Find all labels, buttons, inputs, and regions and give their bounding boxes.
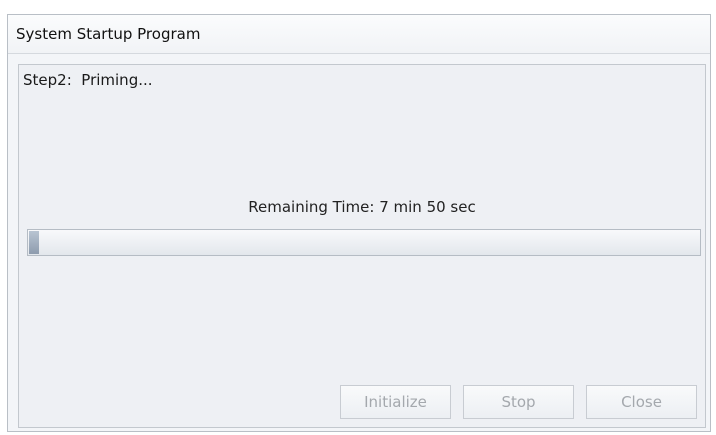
window-title: System Startup Program [16,25,201,43]
initialize-button[interactable]: Initialize [340,385,451,419]
close-button[interactable]: Close [586,385,697,419]
button-row: Initialize Stop Close [340,385,697,419]
step-label: Step2: Priming... [23,71,153,89]
content-panel: Step2: Priming... Remaining Time: 7 min … [18,64,706,428]
startup-dialog: System Startup Program Step2: Priming...… [7,14,711,432]
progress-bar [27,229,701,256]
title-bar: System Startup Program [8,15,710,54]
stop-button[interactable]: Stop [463,385,574,419]
progress-bar-fill [29,231,40,254]
remaining-time-label: Remaining Time: 7 min 50 sec [248,198,476,216]
